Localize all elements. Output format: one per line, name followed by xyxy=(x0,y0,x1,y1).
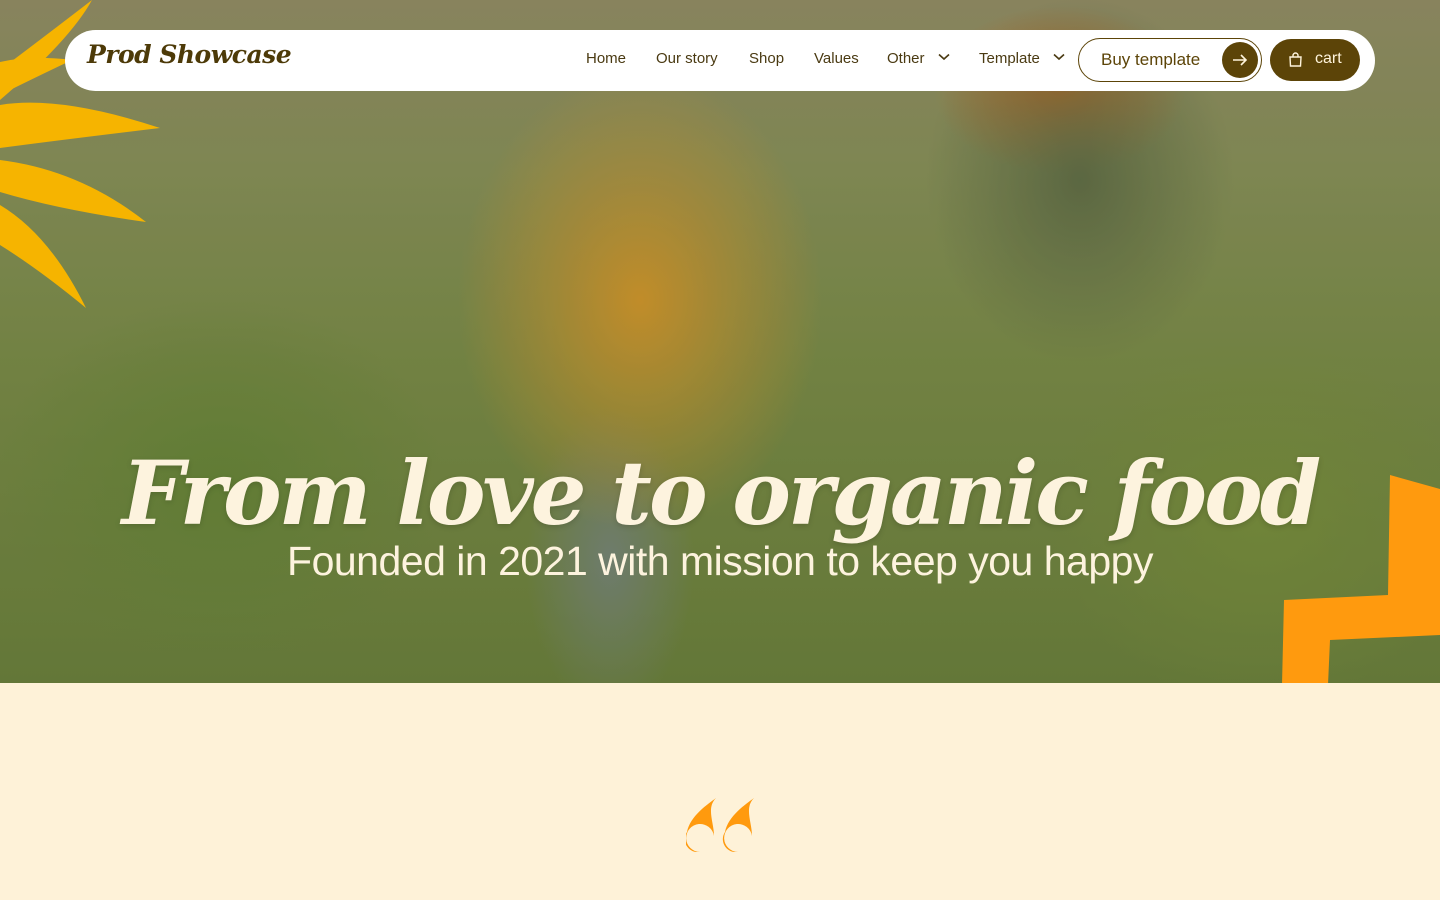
nav-dropdown-other-label: Other xyxy=(887,50,925,67)
nav-link-shop[interactable]: Shop xyxy=(749,50,784,67)
buy-template-button[interactable]: Buy template xyxy=(1078,38,1262,82)
hero-title: From love to organic food xyxy=(121,440,1322,545)
nav-link-our-story[interactable]: Our story xyxy=(656,50,718,67)
chevron-down-icon xyxy=(938,53,950,61)
nav-dropdown-template[interactable]: Template xyxy=(979,50,1065,67)
nav-link-home[interactable]: Home xyxy=(586,50,626,67)
top-navbar: Prod Showcase Home Our story Shop Values… xyxy=(65,30,1375,91)
shopping-bag-icon xyxy=(1289,52,1302,67)
hero-subtitle: Founded in 2021 with mission to keep you… xyxy=(287,538,1153,584)
quote-icon xyxy=(686,798,754,852)
brand-logo[interactable]: Prod Showcase xyxy=(87,40,292,69)
cart-label: cart xyxy=(1315,50,1342,67)
chevron-down-icon xyxy=(1053,53,1065,61)
cart-button[interactable]: cart xyxy=(1270,39,1360,81)
arrow-right-icon xyxy=(1222,42,1258,78)
buy-template-label: Buy template xyxy=(1101,50,1201,69)
nav-dropdown-template-label: Template xyxy=(979,50,1040,67)
nav-dropdown-other[interactable]: Other xyxy=(887,50,950,67)
hero-section: From love to organic food Founded in 202… xyxy=(0,0,1440,683)
nav-link-values[interactable]: Values xyxy=(814,50,859,67)
